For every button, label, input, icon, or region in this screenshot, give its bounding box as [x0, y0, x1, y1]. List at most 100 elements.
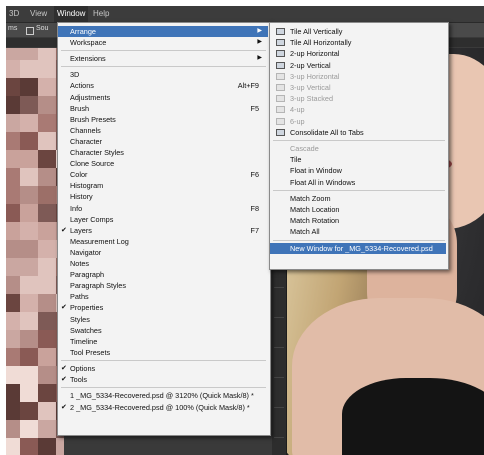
pixelated-canvas[interactable]: [6, 48, 64, 455]
menu-item-label: Character Styles: [70, 148, 124, 157]
panel-tab[interactable]: [274, 293, 284, 318]
menu-item-label: Color: [70, 170, 88, 180]
arrange-item-2-up-horizontal[interactable]: 2-up Horizontal: [270, 48, 446, 59]
window-menu-item-timeline[interactable]: Timeline: [58, 336, 268, 347]
window-menu-item-info[interactable]: Info F8: [58, 203, 268, 214]
window-menu-item-extensions[interactable]: Extensions ▶: [58, 53, 268, 64]
canvas-pixel-block: [6, 294, 20, 312]
arrange-item-2-up-vertical[interactable]: 2-up Vertical: [270, 60, 446, 71]
window-menu-item-layer-comps[interactable]: Layer Comps: [58, 214, 268, 225]
menu-item-label: Tools: [70, 375, 88, 384]
window-menu-item-2-mg-5334-recovered-psd-100-quick-mask-8[interactable]: ✔ 2 _MG_5334-Recovered.psd @ 100% (Quick …: [58, 402, 268, 413]
menu-item-label: Consolidate All to Tabs: [290, 127, 364, 137]
arrange-item-match-zoom[interactable]: Match Zoom: [270, 193, 446, 204]
sample-checkbox[interactable]: [26, 27, 34, 35]
arrange-item-tile-all-vertically[interactable]: Tile All Vertically: [270, 26, 446, 37]
window-menu-item-navigator[interactable]: Navigator: [58, 247, 268, 258]
canvas-pixel-block: [6, 168, 20, 186]
canvas-pixel-block: [20, 222, 38, 240]
window-menu-item-workspace[interactable]: Workspace ▶: [58, 37, 268, 48]
menu-item-label: Info: [70, 203, 83, 213]
canvas-pixel-block: [6, 258, 20, 276]
panel-tab[interactable]: [274, 383, 284, 408]
window-menu-item-histogram[interactable]: Histogram: [58, 180, 268, 191]
window-menu-item-paragraph-styles[interactable]: Paragraph Styles: [58, 280, 268, 291]
menu-item-label: Histogram: [70, 181, 104, 191]
canvas-pixel-block: [6, 186, 20, 204]
canvas-pixel-block: [6, 132, 20, 150]
arrange-item-match-location[interactable]: Match Location: [270, 204, 446, 215]
window-menu-item-notes[interactable]: Notes: [58, 258, 268, 269]
menu-item-label: Brush Presets: [70, 114, 116, 124]
window-menu-item-swatches[interactable]: Swatches: [58, 325, 268, 336]
arrange-item-consolidate-all-to-tabs[interactable]: Consolidate All to Tabs: [270, 127, 446, 138]
menu-item-label: 2 _MG_5334-Recovered.psd @ 100% (Quick M…: [70, 403, 250, 413]
menu-help[interactable]: Help: [93, 9, 109, 18]
submenu-arrow-icon: ▶: [257, 28, 262, 34]
canvas-pixel-block: [20, 438, 38, 455]
window-menu-item-styles[interactable]: Styles: [58, 314, 268, 325]
canvas-pixel-block: [6, 384, 20, 402]
panel-tab[interactable]: [274, 353, 284, 378]
menu-separator: [61, 66, 266, 68]
window-menu-item-properties[interactable]: ✔ Properties: [58, 302, 268, 313]
canvas-pixel-block: [20, 366, 38, 384]
3-up-stacked-layout-icon: [276, 95, 285, 103]
window-menu-item-3d[interactable]: 3D: [58, 69, 268, 80]
canvas-pixel-block: [38, 78, 56, 96]
menu-window[interactable]: Window: [54, 6, 89, 22]
panel-tab[interactable]: [274, 323, 284, 348]
window-menu-item-channels[interactable]: Channels: [58, 125, 268, 136]
canvas-pixel-block: [6, 96, 20, 114]
menu-item-label: Navigator: [70, 247, 102, 257]
panel-tab[interactable]: [274, 413, 284, 438]
canvas-pixel-block: [38, 204, 56, 222]
checkmark-icon: ✔: [61, 404, 67, 412]
arrange-item-match-all[interactable]: Match All: [270, 226, 446, 237]
canvas-pixel-block: [20, 276, 38, 294]
window-menu-item-brush[interactable]: Brush F5: [58, 103, 268, 114]
window-menu-item-color[interactable]: Color F6: [58, 169, 268, 180]
menu-item-label: New Window for _MG_5334-Recovered.psd: [290, 243, 433, 253]
window-menu-item-clone-source[interactable]: Clone Source: [58, 158, 268, 169]
window-menu-item-arrange[interactable]: Arrange ▶: [58, 26, 268, 37]
menu-item-label: Layer Comps: [70, 214, 114, 224]
window-menu-item-adjustments[interactable]: Adjustments: [58, 92, 268, 103]
arrange-item-3-up-stacked: 3-up Stacked: [270, 93, 446, 104]
menu-item-label: Actions: [70, 81, 94, 91]
window-menu-item-character-styles[interactable]: Character Styles: [58, 147, 268, 158]
menu-3d[interactable]: 3D: [9, 9, 19, 18]
menu-item-label: Styles: [70, 314, 90, 324]
window-menu-item-options[interactable]: ✔ Options: [58, 363, 268, 374]
arrange-item-float-all-in-windows[interactable]: Float All in Windows: [270, 177, 446, 188]
photoshop-window: 3D View Window Help ms Sou Arrange ▶ Works…: [6, 6, 484, 455]
canvas-pixel-block: [20, 420, 38, 438]
window-menu-item-tool-presets[interactable]: Tool Presets: [58, 347, 268, 358]
3-up-vertical-layout-icon: [276, 84, 285, 91]
window-menu-item-layers[interactable]: ✔ Layers F7: [58, 225, 268, 236]
arrange-item-tile-all-horizontally[interactable]: Tile All Horizontally: [270, 37, 446, 48]
canvas-pixel-block: [38, 132, 56, 150]
checkmark-icon: ✔: [61, 226, 67, 234]
canvas-pixel-block: [38, 312, 56, 330]
arrange-item-float-in-window[interactable]: Float in Window: [270, 165, 446, 176]
menu-item-label: History: [70, 192, 93, 202]
arrange-item-new-window-for-mg-5334-recovered-psd[interactable]: New Window for _MG_5334-Recovered.psd: [270, 242, 446, 254]
arrange-item-tile[interactable]: Tile: [270, 154, 446, 165]
window-menu-item-measurement-log[interactable]: Measurement Log: [58, 236, 268, 247]
menu-item-label: Tile All Horizontally: [290, 38, 352, 48]
window-menu-item-brush-presets[interactable]: Brush Presets: [58, 114, 268, 125]
window-menu-item-history[interactable]: History: [58, 191, 268, 202]
menu-item-label: Workspace: [70, 38, 107, 48]
window-menu-item-actions[interactable]: Actions Alt+F9: [58, 80, 268, 91]
window-menu-item-paragraph[interactable]: Paragraph: [58, 269, 268, 280]
window-menu-item-1-mg-5334-recovered-psd-3120-quick-mask-[interactable]: 1 _MG_5334-Recovered.psd @ 3120% (Quick …: [58, 390, 268, 401]
window-menu-item-paths[interactable]: Paths: [58, 291, 268, 302]
arrange-item-3-up-horizontal: 3-up Horizontal: [270, 71, 446, 82]
menu-item-label: Tile All Vertically: [290, 27, 343, 36]
menu-view[interactable]: View: [30, 9, 47, 18]
window-menu-item-tools[interactable]: ✔ Tools: [58, 374, 268, 385]
menu-item-label: 6-up: [290, 116, 305, 126]
window-menu-item-character[interactable]: Character: [58, 136, 268, 147]
arrange-item-match-rotation[interactable]: Match Rotation: [270, 215, 446, 226]
